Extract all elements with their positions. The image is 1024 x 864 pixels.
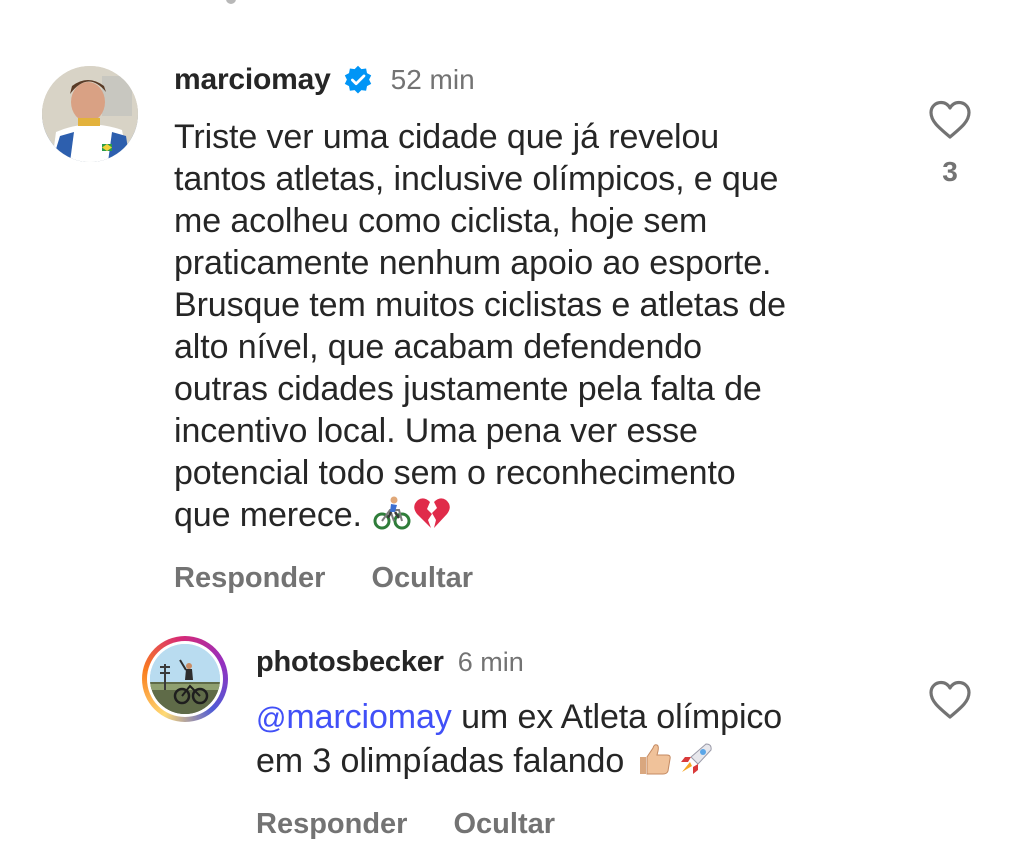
reply-text-line2: em 3 olimpíadas falando [256,742,625,780]
mention-username: marciomay [286,698,452,736]
reply-button[interactable]: Responder [256,808,407,841]
avatar[interactable] [42,66,138,162]
comment-body: marciomay 52 min Triste ver uma cidade q… [174,58,894,595]
like-count: 3 [942,156,958,187]
comment-text-content: Triste ver uma cidade que já revelou tan… [174,118,786,534]
reply-text-line1: um ex Atleta olímpico [451,698,783,736]
like-column [928,680,972,720]
reply-body: photosbecker 6 min @marciomay um ex Atle… [256,640,896,841]
reply-actions: Responder Ocultar [256,808,896,841]
avatar [147,641,223,717]
username[interactable]: photosbecker [256,646,444,679]
heart-icon[interactable] [928,100,972,140]
comment-text: Triste ver uma cidade que já revelou tan… [174,116,894,536]
comment-actions: Responder Ocultar [174,562,894,595]
timestamp: 6 min [457,646,524,677]
hide-button[interactable]: Ocultar [371,562,473,595]
thumbs-up-icon [636,742,674,776]
reply-button[interactable]: Responder [174,562,325,595]
reply-text: @marciomay um ex Atleta olímpico em 3 ol… [256,696,896,782]
avatar-story-ring[interactable] [142,636,228,722]
like-column: 3 [928,100,972,188]
heart-icon[interactable] [928,680,972,720]
rocket-icon [676,742,714,776]
avatar-photo [150,644,220,714]
avatar-photo [42,66,138,162]
username[interactable]: marciomay [174,63,331,97]
mention-link[interactable]: @marciomay [256,698,452,736]
hide-button[interactable]: Ocultar [453,808,555,841]
verified-badge-icon [343,65,373,95]
threads-icon: @ [256,702,287,735]
reply-meta: photosbecker 6 min [256,640,896,684]
top-scroll-remnant [226,0,236,4]
broken-heart-icon [413,496,451,530]
cyclist-emoji-icon [373,496,411,530]
comment-meta: marciomay 52 min [174,58,894,102]
timestamp: 52 min [390,64,475,95]
